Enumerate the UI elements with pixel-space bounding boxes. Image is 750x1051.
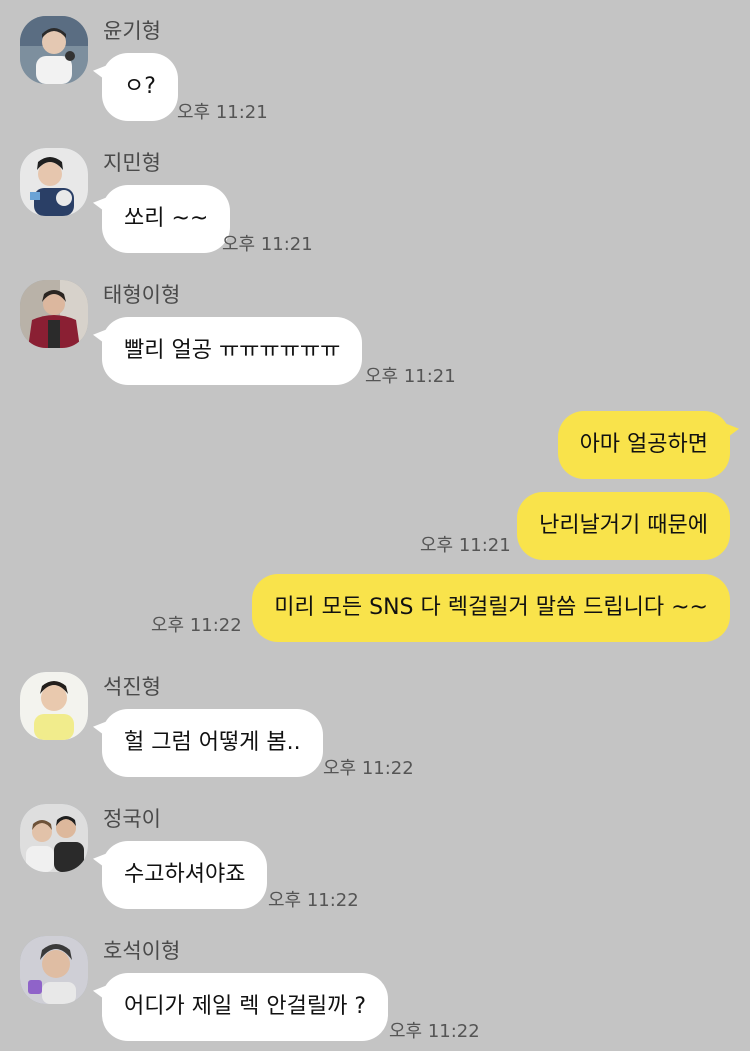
message-timestamp: 오후 11:22 <box>389 1021 480 1042</box>
message-timestamp: 오후 11:22 <box>151 615 242 636</box>
message-timestamp: 오후 11:21 <box>365 366 456 387</box>
sender-name: 윤기형 <box>103 19 161 43</box>
message-timestamp: 오후 11:21 <box>177 102 268 123</box>
message-bubble[interactable]: ㅇ? <box>102 53 178 121</box>
avatar-taehyung[interactable] <box>20 280 88 348</box>
profile-photo-icon <box>20 16 88 84</box>
avatar-yoongi[interactable] <box>20 16 88 84</box>
message-timestamp: 오후 11:21 <box>222 234 313 255</box>
message-timestamp: 오후 11:22 <box>323 758 414 779</box>
profile-photo-icon <box>20 672 88 740</box>
profile-photo-icon <box>20 804 88 872</box>
sender-name: 정국이 <box>103 807 161 831</box>
my-message-bubble[interactable]: 아마 얼공하면 <box>557 411 730 479</box>
message-bubble[interactable]: 쏘리 ~~ <box>102 185 231 253</box>
message-bubble[interactable]: 수고하셔야죠 <box>102 841 268 909</box>
message-bubble[interactable]: 헐 그럼 어떻게 봄.. <box>102 709 323 777</box>
chat-message-list[interactable]: 윤기형 ㅇ? 오후 11:21 지민형 쏘리 ~~ 오후 11:21 태형이형 … <box>0 0 750 1051</box>
avatar-jungkook[interactable] <box>20 804 88 872</box>
profile-photo-icon <box>20 148 88 216</box>
message-timestamp: 오후 11:22 <box>268 890 359 911</box>
message-timestamp: 오후 11:21 <box>420 535 511 556</box>
avatar-seokjin[interactable] <box>20 672 88 740</box>
profile-photo-icon <box>20 280 88 348</box>
sender-name: 호석이형 <box>103 939 181 963</box>
message-bubble[interactable]: 어디가 제일 렉 안걸릴까 ? <box>102 973 389 1041</box>
avatar-jimin[interactable] <box>20 148 88 216</box>
my-message-bubble[interactable]: 미리 모든 SNS 다 렉걸릴거 말씀 드립니다 ~~ <box>252 574 730 642</box>
sender-name: 지민형 <box>103 151 161 175</box>
sender-name: 석진형 <box>103 675 161 699</box>
message-bubble[interactable]: 빨리 얼공 ㅠㅠㅠㅠㅠㅠ <box>102 317 363 385</box>
avatar-hoseok[interactable] <box>20 936 88 1004</box>
my-message-bubble[interactable]: 난리날거기 때문에 <box>517 492 730 560</box>
profile-photo-icon <box>20 936 88 1004</box>
sender-name: 태형이형 <box>103 283 181 307</box>
